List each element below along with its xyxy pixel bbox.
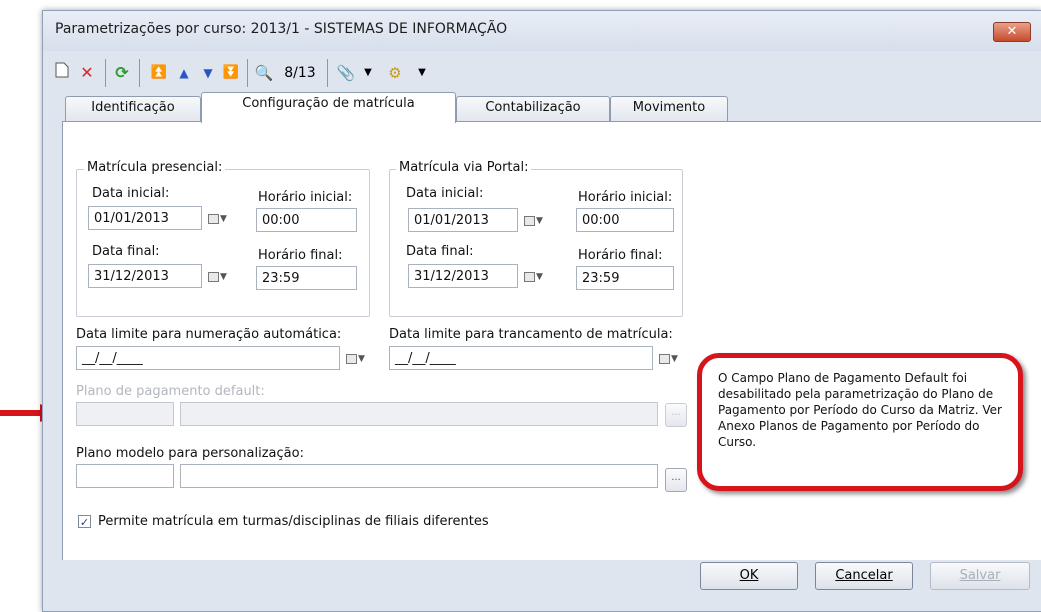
payment-plan-code-field — [76, 402, 174, 426]
calendar-dropdown-icon[interactable]: ▼ — [655, 346, 683, 370]
model-plan-name-field[interactable] — [180, 464, 658, 488]
model-plan-browse-button[interactable]: ... — [665, 468, 687, 492]
tab-identificacao[interactable]: Identificação — [65, 96, 201, 121]
tab-movimento[interactable]: Movimento — [610, 96, 728, 121]
portal-end-date-field[interactable]: 31/12/2013 — [408, 264, 518, 288]
portal-start-date-label: Data inicial: — [406, 186, 484, 201]
close-button[interactable]: ✕ — [993, 22, 1031, 42]
toolbar-separator — [327, 59, 328, 87]
model-plan-label: Plano modelo para personalização: — [76, 446, 304, 461]
ok-button-label: OK — [739, 568, 759, 583]
lock-limit-label: Data limite para trancamento de matrícul… — [389, 327, 673, 342]
callout-text: O Campo Plano de Pagamento Default foi d… — [718, 371, 1002, 449]
annotation-callout: O Campo Plano de Pagamento Default foi d… — [697, 353, 1023, 491]
save-button-label: Salvar — [959, 568, 1001, 583]
attach-icon[interactable]: 📎 — [335, 61, 357, 85]
presencial-end-date-label: Data final: — [92, 244, 160, 259]
portal-group-title: Matrícula via Portal: — [396, 160, 532, 175]
calendar-dropdown-icon[interactable]: ▼ — [204, 264, 232, 288]
lock-limit-field[interactable]: __/__/____ — [389, 346, 653, 370]
save-button[interactable]: Salvar — [930, 562, 1030, 590]
refresh-icon[interactable]: ⟳ — [111, 61, 133, 85]
ok-button[interactable]: OK — [700, 562, 798, 590]
presencial-start-time-label: Horário inicial: — [258, 190, 353, 205]
allow-branches-checkbox[interactable]: ✓ — [78, 515, 91, 529]
calendar-dropdown-icon[interactable]: ▼ — [342, 346, 370, 370]
process-icon[interactable]: ⚙ — [383, 61, 407, 85]
presencial-start-time-field[interactable]: 00:00 — [256, 208, 357, 232]
previous-record-icon[interactable]: ▲ — [175, 61, 193, 85]
presencial-group-title: Matrícula presencial: — [84, 160, 226, 175]
calendar-dropdown-icon[interactable]: ▼ — [204, 206, 232, 230]
payment-plan-browse-button: ... — [665, 403, 687, 427]
numbering-limit-label: Data limite para numeração automática: — [76, 327, 342, 342]
title-bar[interactable]: Parametrizações por curso: 2013/1 - SIST… — [43, 11, 1041, 51]
portal-end-date-label: Data final: — [406, 244, 474, 259]
cancel-button[interactable]: Cancelar — [815, 562, 913, 590]
new-icon[interactable] — [53, 61, 71, 85]
first-record-icon[interactable]: ⏫ — [149, 61, 169, 85]
record-counter: 8/13 — [284, 65, 316, 81]
presencial-end-time-label: Horário final: — [258, 248, 343, 263]
portal-start-time-label: Horário inicial: — [578, 190, 673, 205]
last-record-icon[interactable]: ⏬ — [221, 61, 241, 85]
process-dropdown-icon[interactable]: ▼ — [415, 61, 429, 85]
tab-configuracao-de-matricula[interactable]: Configuração de matrícula — [201, 92, 456, 123]
presencial-start-date-field[interactable]: 01/01/2013 — [88, 206, 202, 230]
payment-plan-name-field — [180, 402, 658, 426]
portal-end-time-label: Horário final: — [578, 248, 663, 263]
find-icon[interactable]: 🔍 — [253, 61, 275, 85]
delete-icon[interactable]: ✕ — [77, 61, 97, 85]
cancel-button-label: Cancelar — [835, 568, 893, 583]
toolbar: ✕ ⟳ ⏫ ▲ ▼ ⏬ 🔍 8/13 📎 ▼ ⚙ ▼ — [43, 53, 1041, 93]
presencial-end-date-field[interactable]: 31/12/2013 — [88, 264, 202, 288]
toolbar-separator — [247, 59, 248, 87]
presencial-end-time-field[interactable]: 23:59 — [256, 266, 357, 290]
allow-branches-label: Permite matrícula em turmas/disciplinas … — [98, 514, 489, 529]
presencial-start-date-label: Data inicial: — [92, 186, 170, 201]
tab-contabilizacao[interactable]: Contabilização — [456, 96, 610, 121]
next-record-icon[interactable]: ▼ — [199, 61, 217, 85]
payment-plan-label: Plano de pagamento default: — [76, 384, 265, 399]
portal-start-time-field[interactable]: 00:00 — [576, 208, 674, 232]
toolbar-separator — [139, 59, 140, 87]
attach-dropdown-icon[interactable]: ▼ — [361, 61, 375, 85]
numbering-limit-field[interactable]: __/__/____ — [76, 346, 340, 370]
toolbar-separator — [105, 59, 106, 87]
calendar-dropdown-icon[interactable]: ▼ — [520, 264, 548, 288]
portal-start-date-field[interactable]: 01/01/2013 — [408, 208, 518, 232]
model-plan-code-field[interactable] — [76, 464, 174, 488]
portal-end-time-field[interactable]: 23:59 — [576, 266, 674, 290]
window-title: Parametrizações por curso: 2013/1 - SIST… — [55, 21, 508, 37]
calendar-dropdown-icon[interactable]: ▼ — [520, 208, 548, 232]
